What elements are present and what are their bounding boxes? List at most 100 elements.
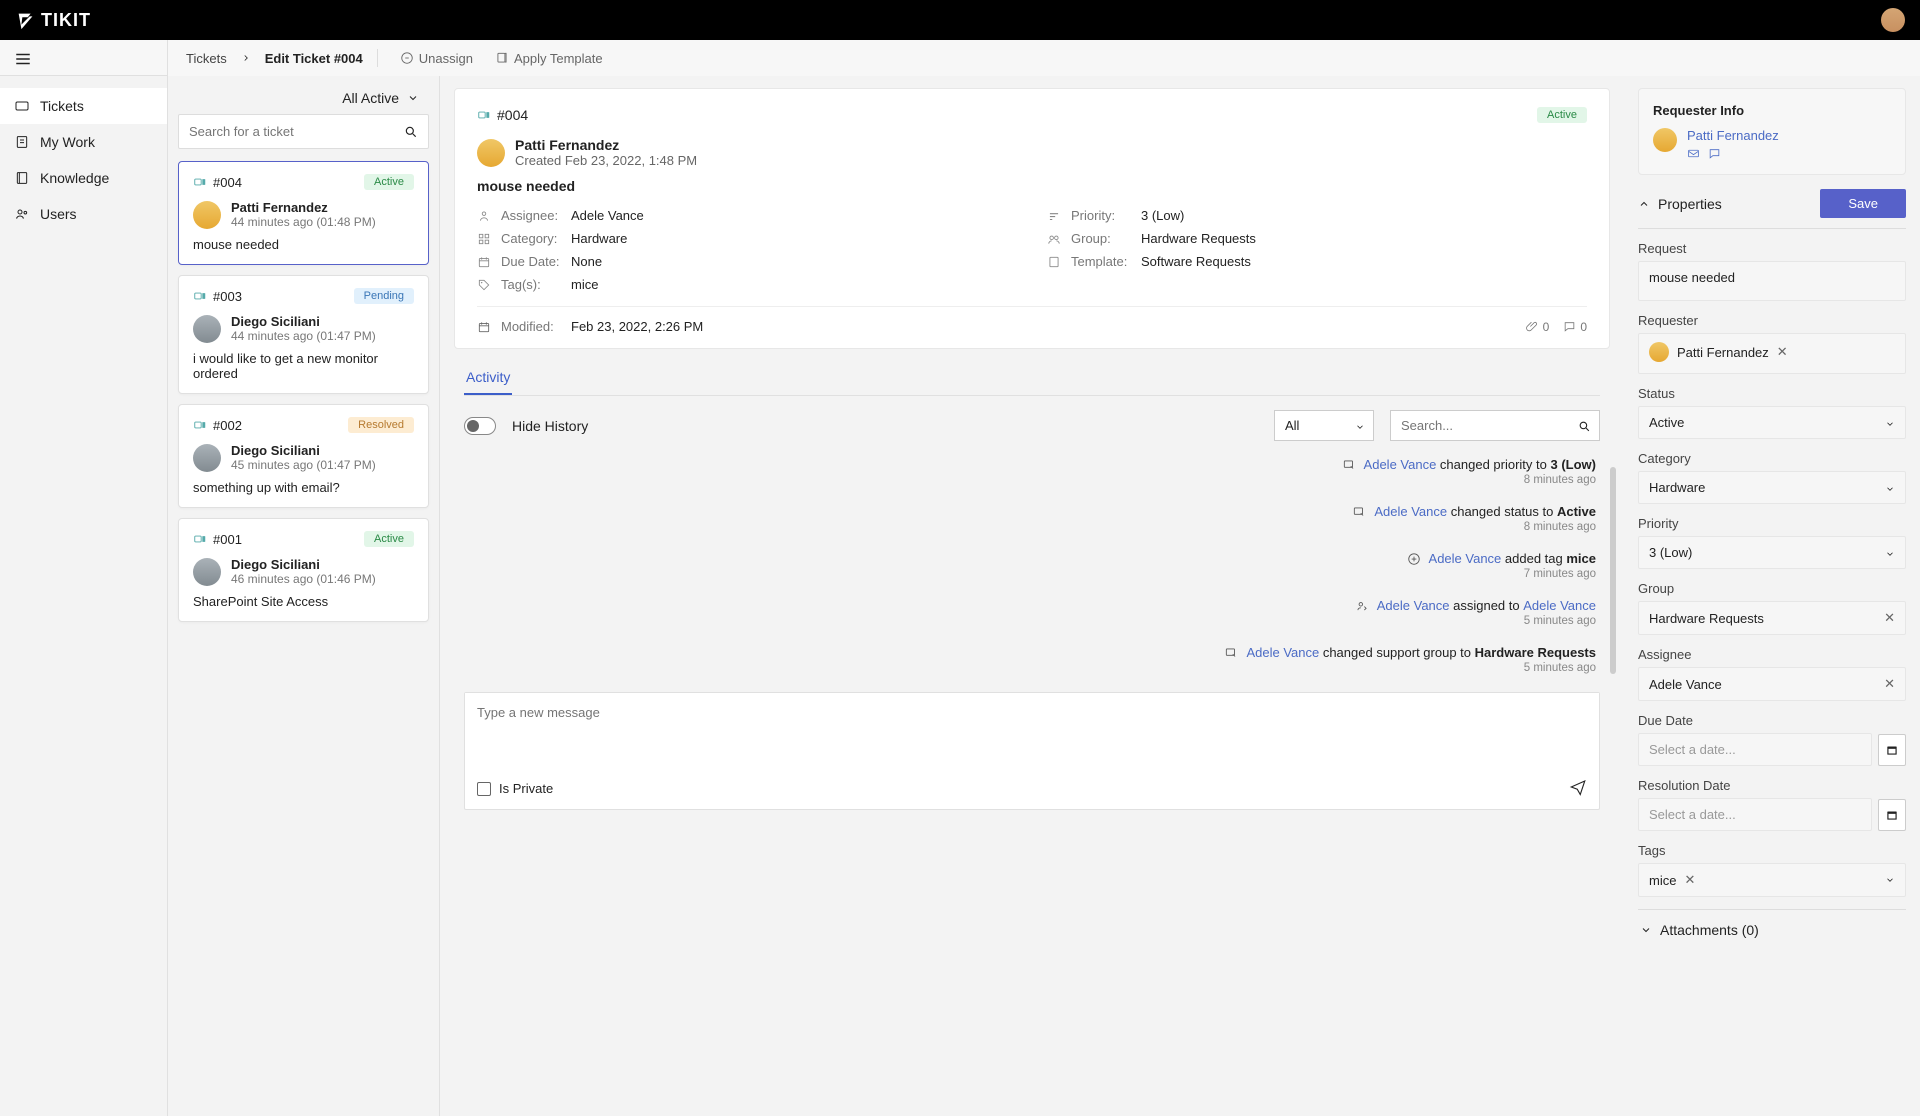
activity-tabs: Activity [464,361,1600,396]
activity-search-input[interactable] [1391,411,1599,440]
category-icon [477,232,491,246]
ticket-column: All Active #004 Active Patti Fernandez 4… [168,76,440,1116]
activity-time: 8 minutes ago [468,521,1596,533]
activity-item: Adele Vance assigned to Adele Vance 5 mi… [468,598,1596,627]
ticket-id: #001 [213,532,242,547]
ticket-time: 44 minutes ago (01:47 PM) [231,329,376,343]
scrollbar[interactable] [1610,467,1616,674]
ticket-type-icon [477,108,491,122]
request-input[interactable]: mouse needed [1638,261,1906,301]
priority-select[interactable]: 3 (Low) [1638,536,1906,569]
knowledge-icon [14,170,30,186]
menu-icon [14,50,32,68]
detail-id: #004 [497,107,528,123]
breadcrumb-current: Edit Ticket #004 [265,51,363,66]
tags-icon [477,278,491,292]
nav-label: Users [40,206,77,222]
chevron-right-icon [241,53,251,63]
detail-user: Patti Fernandez [515,137,697,153]
ticket-search[interactable] [178,114,429,149]
nav-users[interactable]: Users [0,196,167,232]
status-badge: Active [1537,107,1587,123]
detail-avatar [477,139,505,167]
activity-time: 5 minutes ago [468,615,1596,627]
activity-filter[interactable]: All [1274,410,1374,441]
activity-icon [1342,458,1356,472]
user-avatar [193,444,221,472]
detail-created: Created Feb 23, 2022, 1:48 PM [515,153,697,168]
ticket-card[interactable]: #004 Active Patti Fernandez 44 minutes a… [178,161,429,265]
brand-logo: TIKIT [15,9,91,31]
mail-icon[interactable] [1687,147,1700,160]
template-icon [495,51,509,65]
hide-history-toggle[interactable] [464,417,496,435]
ticket-card[interactable]: #002 Resolved Diego Siciliani 45 minutes… [178,404,429,508]
save-button[interactable]: Save [1820,189,1906,218]
ticket-card[interactable]: #003 Pending Diego Siciliani 44 minutes … [178,275,429,394]
ticket-title: SharePoint Site Access [193,594,414,609]
nav-tickets[interactable]: Tickets [0,88,167,124]
requester-avatar [1653,128,1677,152]
group-input[interactable]: Hardware Requests✕ [1638,601,1906,635]
breadcrumb-root[interactable]: Tickets [186,51,227,66]
modified-icon [477,320,491,334]
compose-input[interactable] [465,693,1599,769]
clear-icon[interactable]: ✕ [1884,610,1895,626]
resdate-input[interactable]: Select a date... [1638,798,1872,831]
tab-activity[interactable]: Activity [464,361,512,395]
chevron-down-icon [1885,875,1895,885]
status-badge: Active [364,531,414,547]
activity-time: 5 minutes ago [468,662,1596,674]
duedate-input[interactable]: Select a date... [1638,733,1872,766]
detail-title: mouse needed [477,178,1587,194]
chevron-down-icon [407,92,419,104]
activity-item: Adele Vance changed status to Active 8 m… [468,504,1596,533]
user-name: Patti Fernandez [231,200,376,215]
private-checkbox[interactable]: Is Private [477,781,553,796]
ticket-card[interactable]: #001 Active Diego Siciliani 46 minutes a… [178,518,429,622]
activity-icon [1355,599,1369,613]
user-name: Diego Siciliani [231,557,376,572]
user-avatar [193,558,221,586]
tags-input[interactable]: mice✕ [1638,863,1906,897]
activity-search[interactable] [1390,410,1600,441]
sidebar-toggle[interactable] [0,40,168,81]
main-column: #004 Active Patti Fernandez Created Feb … [440,76,1624,1116]
chat-icon[interactable] [1708,147,1721,160]
compose-box: Is Private [464,692,1600,810]
assignee-input[interactable]: Adele Vance✕ [1638,667,1906,701]
category-select[interactable]: Hardware [1638,471,1906,504]
apply-template-label: Apply Template [514,51,603,66]
ticket-title: something up with email? [193,480,414,495]
ticket-type-icon [193,175,207,189]
ticket-time: 45 minutes ago (01:47 PM) [231,458,376,472]
clear-icon[interactable]: ✕ [1884,676,1895,692]
properties-header[interactable]: Properties [1638,196,1722,212]
ticket-type-icon [193,532,207,546]
filter-dropdown[interactable]: All Active [168,76,439,114]
clear-icon[interactable]: ✕ [1777,344,1788,360]
calendar-icon [1885,743,1899,757]
unassign-action[interactable]: Unassign [400,51,473,66]
calendar-button[interactable] [1878,799,1906,831]
brand-text: TIKIT [41,10,91,31]
tickets-icon [14,98,30,114]
requester-input[interactable]: Patti Fernandez✕ [1638,333,1906,374]
requester-name[interactable]: Patti Fernandez [1687,128,1779,143]
user-avatar-top[interactable] [1881,8,1905,32]
ticket-title: mouse needed [193,237,414,252]
left-nav: Tickets My Work Knowledge Users [0,76,168,1116]
activity-icon [1352,505,1366,519]
chevron-down-icon [1640,924,1652,936]
ticket-title: i would like to get a new monitor ordere… [193,351,414,381]
attachments-header[interactable]: Attachments (0) [1638,909,1906,942]
clear-icon[interactable]: ✕ [1684,872,1695,888]
nav-mywork[interactable]: My Work [0,124,167,160]
send-button[interactable] [1569,778,1587,799]
apply-template-action[interactable]: Apply Template [495,51,603,66]
calendar-button[interactable] [1878,734,1906,766]
status-select[interactable]: Active [1638,406,1906,439]
filter-label: All Active [342,90,399,106]
ticket-search-input[interactable] [179,115,428,148]
nav-knowledge[interactable]: Knowledge [0,160,167,196]
